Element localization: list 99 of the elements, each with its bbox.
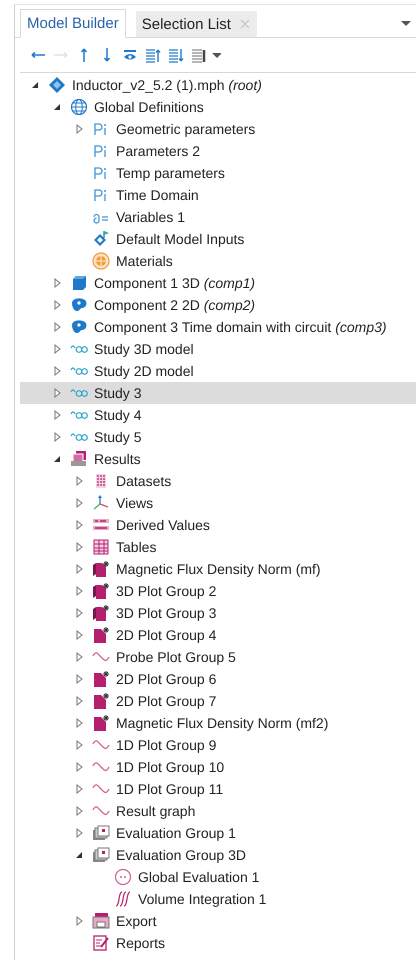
tree-item[interactable]: Parameters 2: [20, 140, 416, 162]
circle-number-icon: [114, 868, 132, 886]
collapsed-triangle-icon[interactable]: [76, 828, 82, 838]
tree-item[interactable]: Default Model Inputs: [20, 228, 416, 250]
tree-item[interactable]: Inductor_v2_5.2 (1).mph (root): [20, 74, 416, 96]
tree-item[interactable]: Magnetic Flux Density Norm (mf2): [20, 712, 416, 734]
collapsed-triangle-icon[interactable]: [76, 498, 82, 508]
tree-item[interactable]: Global Definitions: [20, 96, 416, 118]
results-icon: [70, 450, 88, 468]
tree-item[interactable]: Volume Integration 1: [20, 888, 416, 910]
expanded-triangle-icon[interactable]: [53, 103, 61, 111]
tree-item[interactable]: 2D Plot Group 7: [20, 690, 416, 712]
collapsed-triangle-icon[interactable]: [54, 344, 60, 354]
collapsed-triangle-icon[interactable]: [76, 674, 82, 684]
collapsed-triangle-icon[interactable]: [54, 388, 60, 398]
tree-item[interactable]: Geometric parameters: [20, 118, 416, 140]
tree-item[interactable]: Evaluation Group 1: [20, 822, 416, 844]
tree-item[interactable]: Derived Values: [20, 514, 416, 536]
tree-item[interactable]: Results: [20, 448, 416, 470]
evaluation-group-icon: [92, 824, 110, 842]
collapsed-triangle-icon[interactable]: [54, 322, 60, 332]
collapsed-triangle-icon[interactable]: [76, 806, 82, 816]
collapsed-triangle-icon[interactable]: [54, 432, 60, 442]
collapsed-triangle-icon[interactable]: [54, 278, 60, 288]
cube-icon: [70, 274, 88, 292]
tree-item[interactable]: Study 5: [20, 426, 416, 448]
collapsed-triangle-icon[interactable]: [76, 608, 82, 618]
tree-item[interactable]: Study 4: [20, 404, 416, 426]
tree-item[interactable]: Magnetic Flux Density Norm (mf): [20, 558, 416, 580]
tab[interactable]: Model Builder: [20, 9, 126, 38]
tree-item[interactable]: Reports: [20, 932, 416, 954]
collapsed-triangle-icon[interactable]: [76, 564, 82, 574]
collapsed-triangle-icon[interactable]: [76, 916, 82, 926]
collapse-list-icon[interactable]: [145, 47, 161, 63]
expand-list-icon[interactable]: [168, 47, 184, 63]
collapsed-triangle-icon[interactable]: [76, 124, 82, 134]
tree-item[interactable]: Result graph: [20, 800, 416, 822]
plot-2d-icon: [92, 626, 110, 644]
collapsed-triangle-icon[interactable]: [76, 740, 82, 750]
collapsed-triangle-icon[interactable]: [54, 410, 60, 420]
tree-item[interactable]: 2D Plot Group 6: [20, 668, 416, 690]
tree-item[interactable]: Evaluation Group 3D: [20, 844, 416, 866]
collapsed-triangle-icon[interactable]: [54, 300, 60, 310]
collapsed-triangle-icon[interactable]: [76, 542, 82, 552]
collapsed-triangle-icon[interactable]: [76, 784, 82, 794]
tree-item[interactable]: Tables: [20, 536, 416, 558]
plot-2d-icon: [92, 714, 110, 732]
collapsed-triangle-icon[interactable]: [76, 652, 82, 662]
collapsed-triangle-icon[interactable]: [76, 476, 82, 486]
model-inputs-icon: [92, 230, 110, 248]
plot-3d-icon: [92, 560, 110, 578]
tree-item[interactable]: Global Evaluation 1: [20, 866, 416, 888]
tree-item[interactable]: 1D Plot Group 9: [20, 734, 416, 756]
tree-item[interactable]: Study 3: [20, 382, 416, 404]
plot-2d-icon: [92, 692, 110, 710]
tree-item[interactable]: Temp parameters: [20, 162, 416, 184]
expanded-triangle-icon[interactable]: [53, 455, 61, 463]
report-icon: [92, 934, 110, 952]
tree-item[interactable]: Component 1 3D (comp1): [20, 272, 416, 294]
collapsed-triangle-icon[interactable]: [76, 520, 82, 530]
tree-item[interactable]: Component 2 2D (comp2): [20, 294, 416, 316]
tree-item[interactable]: Time Domain: [20, 184, 416, 206]
collapsed-triangle-icon[interactable]: [76, 630, 82, 640]
tree-item[interactable]: Component 3 Time domain with circuit (comp3): [20, 316, 416, 338]
export-icon: [92, 912, 110, 930]
collapsed-triangle-icon[interactable]: [76, 586, 82, 596]
expanded-triangle-icon[interactable]: [75, 851, 83, 859]
tree-item[interactable]: 2D Plot Group 4: [20, 624, 416, 646]
tree-item[interactable]: Materials: [20, 250, 416, 272]
tree-item[interactable]: Variables 1: [20, 206, 416, 228]
tree-item[interactable]: 1D Plot Group 10: [20, 756, 416, 778]
table-icon: [92, 538, 110, 556]
tab[interactable]: Selection List: [136, 11, 257, 37]
tree-item[interactable]: Views: [20, 492, 416, 514]
plot-3d-icon: [92, 604, 110, 622]
collapsed-triangle-icon[interactable]: [54, 366, 60, 376]
blob-icon: [70, 296, 88, 314]
tree-item[interactable]: 1D Plot Group 11: [20, 778, 416, 800]
tree-item[interactable]: Study 2D model: [20, 360, 416, 382]
globe-icon: [70, 98, 88, 116]
tree-item[interactable]: 3D Plot Group 2: [20, 580, 416, 602]
tree-item[interactable]: 3D Plot Group 3: [20, 602, 416, 624]
materials-icon: [92, 252, 110, 270]
diamond-icon: [48, 76, 66, 94]
blob-icon: [70, 318, 88, 336]
collapsed-triangle-icon[interactable]: [76, 696, 82, 706]
plot-3d-icon: [92, 582, 110, 600]
tree-item[interactable]: Study 3D model: [20, 338, 416, 360]
axes-icon: [92, 494, 110, 512]
tree-item[interactable]: Probe Plot Group 5: [20, 646, 416, 668]
collapsed-triangle-icon[interactable]: [76, 762, 82, 772]
tree-item[interactable]: Datasets: [20, 470, 416, 492]
evaluation-group-icon: [92, 846, 110, 864]
tree-item[interactable]: Export: [20, 910, 416, 932]
collapsed-triangle-icon[interactable]: [76, 718, 82, 728]
plot-2d-icon: [92, 670, 110, 688]
list-icon[interactable]: [191, 47, 207, 63]
expanded-triangle-icon[interactable]: [31, 81, 39, 89]
integral-icon: [114, 890, 132, 908]
